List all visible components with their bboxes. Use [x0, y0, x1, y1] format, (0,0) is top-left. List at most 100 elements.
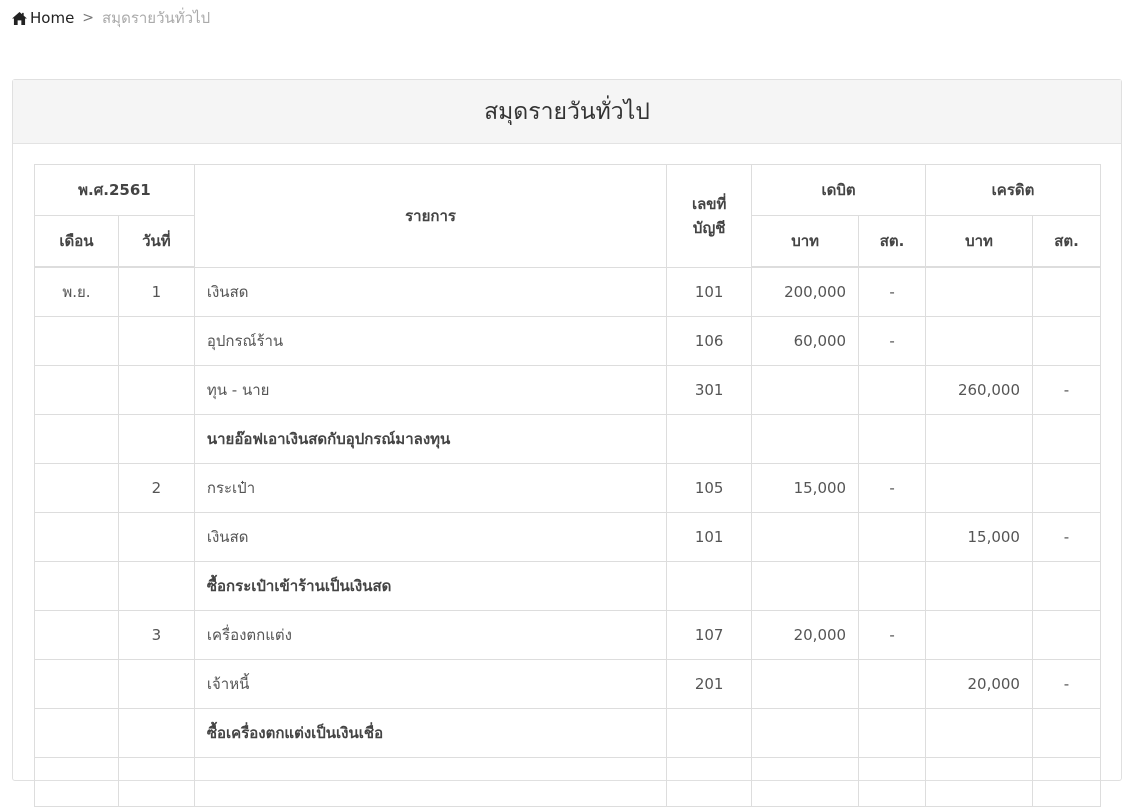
debit-cell — [751, 414, 860, 464]
day-cell — [117, 708, 195, 758]
credit-satang-cell — [1031, 316, 1102, 366]
breadcrumb: Home > สมุดรายวันทั่วไป — [12, 7, 210, 29]
day-header: วันที่ — [117, 215, 195, 268]
header-row: พ.ศ.2561 รายการ เลขที่ บัญชี เดบิต เครดิ… — [34, 164, 1101, 268]
day-cell — [117, 316, 195, 366]
day-cell — [117, 561, 195, 611]
description-cell: ซื้อเครื่องตกแต่งเป็นเงินเชื่อ — [193, 708, 668, 758]
credit-satang-cell: - — [1031, 512, 1102, 562]
description-cell: นายอ๊อฟเอาเงินสดกับอุปกรณ์มาลงทุน — [193, 414, 668, 464]
credit-satang-cell — [1031, 561, 1102, 611]
month-cell — [34, 708, 119, 758]
credit-cell — [925, 708, 1033, 758]
account-no-header-line1: เลขที่ — [691, 194, 727, 213]
item-cell: เครื่องตกแต่ง — [193, 610, 668, 660]
debit-cell — [751, 659, 860, 709]
breadcrumb-current: สมุดรายวันทั่วไป — [102, 9, 211, 27]
item-cell: อุปกรณ์ร้าน — [193, 316, 668, 366]
table-row: นายอ๊อฟเอาเงินสดกับอุปกรณ์มาลงทุน — [34, 414, 1102, 464]
month-cell: พ.ย. — [34, 266, 119, 317]
day-cell: 2 — [117, 463, 195, 513]
credit-cell: 20,000 — [925, 659, 1033, 709]
ref-cell: 106 — [666, 316, 753, 366]
table-row: ซื้อเครื่องตกแต่งเป็นเงินเชื่อ — [34, 708, 1102, 758]
debit-satang-cell: - — [858, 463, 927, 513]
description-cell: ซื้อกระเป๋าเข้าร้านเป็นเงินสด — [193, 561, 668, 611]
ref-cell: 101 — [666, 266, 753, 317]
credit-cell — [925, 463, 1033, 513]
debit-satang-cell: - — [858, 266, 927, 317]
table-row: ซื้อกระเป๋าเข้าร้านเป็นเงินสด — [34, 561, 1102, 611]
credit-header: เครดิต — [925, 164, 1101, 216]
item-header: รายการ — [193, 164, 668, 268]
month-cell — [34, 316, 119, 366]
item-cell: กระเป๋า — [193, 463, 668, 513]
ref-cell — [666, 708, 753, 758]
ref-cell: 101 — [666, 512, 753, 562]
month-cell — [34, 659, 119, 709]
ref-cell: 105 — [666, 463, 753, 513]
day-cell — [117, 414, 195, 464]
day-cell — [117, 365, 195, 415]
credit-cell: 15,000 — [925, 512, 1033, 562]
home-icon — [12, 11, 27, 25]
debit-satang-header: สต. — [858, 215, 927, 268]
debit-satang-cell — [858, 414, 927, 464]
breadcrumb-home-link[interactable]: Home — [12, 9, 74, 27]
credit-cell — [925, 316, 1033, 366]
breadcrumb-home-label: Home — [30, 9, 75, 27]
debit-satang-cell — [858, 708, 927, 758]
credit-satang-cell: - — [1031, 659, 1102, 709]
debit-satang-cell — [858, 659, 927, 709]
debit-header: เดบิต — [751, 164, 927, 216]
credit-cell: 260,000 — [925, 365, 1033, 415]
day-cell: 1 — [117, 266, 195, 317]
month-cell — [34, 610, 119, 660]
breadcrumb-separator: > — [82, 10, 95, 26]
debit-satang-cell — [858, 365, 927, 415]
table-row: ทุน - นาย 301 260,000 - — [34, 365, 1102, 415]
credit-satang-cell — [1031, 266, 1102, 317]
month-cell — [34, 414, 119, 464]
day-cell — [117, 659, 195, 709]
credit-satang-cell: - — [1031, 365, 1102, 415]
credit-satang-cell — [1031, 414, 1102, 464]
table-row: 3 เครื่องตกแต่ง 107 20,000 - — [34, 610, 1102, 660]
month-header: เดือน — [34, 215, 119, 268]
debit-cell — [751, 512, 860, 562]
credit-satang-header: สต. — [1031, 215, 1102, 268]
ref-cell: 301 — [666, 365, 753, 415]
credit-cell — [925, 561, 1033, 611]
day-cell: 3 — [117, 610, 195, 660]
credit-cell — [925, 610, 1033, 660]
debit-cell: 15,000 — [751, 463, 860, 513]
ref-cell: 107 — [666, 610, 753, 660]
day-cell — [117, 512, 195, 562]
item-cell: เจ้าหนี้ — [193, 659, 668, 709]
month-cell — [34, 512, 119, 562]
item-cell: เงินสด — [193, 266, 668, 317]
month-cell — [34, 365, 119, 415]
credit-satang-cell — [1031, 708, 1102, 758]
credit-cell — [925, 414, 1033, 464]
item-cell: เงินสด — [193, 512, 668, 562]
ref-cell — [666, 561, 753, 611]
credit-cell — [925, 266, 1033, 317]
debit-cell — [751, 708, 860, 758]
debit-cell — [751, 561, 860, 611]
table-row: เงินสด 101 15,000 - — [34, 512, 1102, 562]
debit-cell: 20,000 — [751, 610, 860, 660]
panel-title: สมุดรายวันทั่วไป — [13, 80, 1121, 144]
journal-table: พ.ศ.2561 รายการ เลขที่ บัญชี เดบิต เครดิ… — [34, 164, 1102, 807]
year-header: พ.ศ.2561 — [34, 164, 195, 216]
credit-satang-cell — [1031, 610, 1102, 660]
ref-cell: 201 — [666, 659, 753, 709]
debit-cell — [751, 365, 860, 415]
journal-panel: สมุดรายวันทั่วไป พ.ศ.2561 รายการ เลขที่ … — [12, 79, 1122, 807]
month-cell — [34, 561, 119, 611]
table-row: เจ้าหนี้ 201 20,000 - — [34, 659, 1102, 709]
account-no-header-line2: บัญชี — [692, 218, 726, 237]
debit-cell: 60,000 — [751, 316, 860, 366]
table-row: อุปกรณ์ร้าน 106 60,000 - — [34, 316, 1102, 366]
credit-satang-cell — [1031, 463, 1102, 513]
